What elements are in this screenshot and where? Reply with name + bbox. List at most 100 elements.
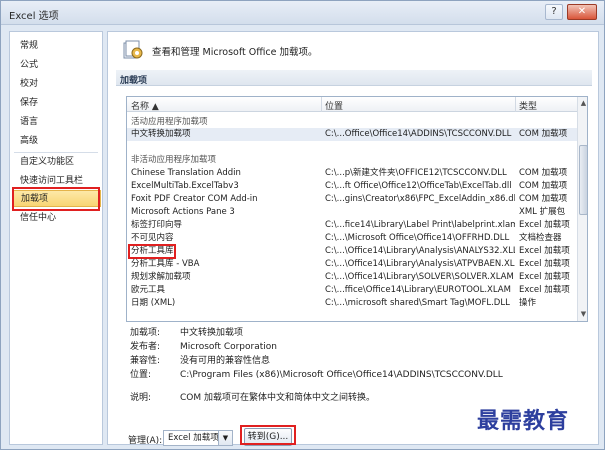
addins-list[interactable]: 名称 ▲ 位置 类型 活动应用程序加载项 中文转换加载项 C:\...Offic… xyxy=(126,96,588,322)
row-location: C:\...ft Office\Office12\OfficeTab\Excel… xyxy=(325,181,512,191)
row-location: C:\...\Office14\Library\Analysis\ANALYS3… xyxy=(325,246,515,256)
detail-compatibility: 兼容性: 没有可用的兼容性信息 xyxy=(130,353,270,366)
watermark-logo: 最需教育 xyxy=(477,408,570,434)
row-type: XML 扩展包 xyxy=(519,207,566,217)
title-bar: Excel 选项 ? ✕ xyxy=(1,1,604,25)
detail-description: 说明: COM 加载项可在繁体中文和简体中文之间转换。 xyxy=(130,390,375,403)
scroll-down-icon[interactable]: ▼ xyxy=(579,309,587,319)
row-type: Excel 加载项 xyxy=(519,246,570,256)
addins-gear-icon xyxy=(123,40,143,59)
chevron-down-icon[interactable]: ▼ xyxy=(218,430,233,446)
row-name: 欧元工具 xyxy=(131,285,166,295)
row-name: ExcelMultiTab.ExcelTabv3 xyxy=(131,181,239,191)
row-name: 分析工具库 xyxy=(131,246,174,256)
group-label-inactive: 非活动应用程序加载项 xyxy=(131,155,217,165)
row-name: 中文转换加载项 xyxy=(131,129,191,139)
nav-item-customize-ribbon[interactable]: 自定义功能区 xyxy=(20,154,100,171)
column-divider xyxy=(321,97,322,112)
close-button[interactable]: ✕ xyxy=(567,4,597,20)
row-name: Foxit PDF Creator COM Add-in xyxy=(131,194,258,204)
table-row[interactable]: ExcelMultiTab.ExcelTabv3 C:\...ft Office… xyxy=(127,180,577,193)
scroll-thumb[interactable] xyxy=(579,145,587,215)
table-row[interactable]: 不可见内容 C:\...\Microsoft Office\Office14\O… xyxy=(127,232,577,245)
detail-addin: 加载项: 中文转换加载项 xyxy=(130,325,243,338)
options-nav: 常规 公式 校对 保存 语言 高级 自定义功能区 快速访问工具栏 加载项 信任中… xyxy=(9,31,103,445)
window-title: Excel 选项 xyxy=(9,11,59,22)
row-type: Excel 加载项 xyxy=(519,259,570,269)
row-type: 文档检查器 xyxy=(519,233,562,243)
detail-value: 没有可用的兼容性信息 xyxy=(180,356,271,366)
column-header-name[interactable]: 名称 ▲ xyxy=(131,99,159,112)
nav-item-advanced[interactable]: 高级 xyxy=(20,133,100,150)
column-header-location[interactable]: 位置 xyxy=(325,99,343,112)
row-location: C:\...Office\Office14\ADDINS\TCSCCONV.DL… xyxy=(325,129,512,139)
row-location: C:\...gins\Creator\x86\FPC_ExcelAddin_x8… xyxy=(325,194,515,204)
table-row[interactable]: Foxit PDF Creator COM Add-in C:\...gins\… xyxy=(127,193,577,206)
excel-options-window: Excel 选项 ? ✕ 常规 公式 校对 保存 语言 高级 自定义功能区 快速… xyxy=(0,0,605,450)
list-header: 名称 ▲ 位置 类型 xyxy=(127,97,577,112)
table-row[interactable]: Microsoft Actions Pane 3 XML 扩展包 xyxy=(127,206,577,219)
manage-label: 管理(A): xyxy=(128,436,163,446)
table-row[interactable]: 中文转换加载项 C:\...Office\Office14\ADDINS\TCS… xyxy=(127,128,577,141)
table-row[interactable]: 分析工具库 C:\...\Office14\Library\Analysis\A… xyxy=(127,245,577,258)
row-type: COM 加载项 xyxy=(519,181,568,191)
row-location: C:\...fice14\Library\Label Print\labelpr… xyxy=(325,220,515,230)
addins-panel: 查看和管理 Microsoft Office 加载项。 加载项 名称 ▲ 位置 … xyxy=(107,31,599,446)
column-header-type[interactable]: 类型 xyxy=(519,99,537,112)
section-title: 加载项 xyxy=(120,76,148,86)
list-scrollbar[interactable]: ▲ ▼ xyxy=(577,97,587,321)
row-type: Excel 加载项 xyxy=(519,285,570,295)
row-name: Microsoft Actions Pane 3 xyxy=(131,207,235,217)
row-type: COM 加载项 xyxy=(519,168,568,178)
detail-label: 发布者: xyxy=(130,342,161,352)
row-location: C:\...\microsoft shared\Smart Tag\MOFL.D… xyxy=(325,298,510,308)
detail-value: COM 加载项可在繁体中文和简体中文之间转换。 xyxy=(180,393,375,403)
row-name: 规划求解加载项 xyxy=(131,272,191,282)
detail-value: 中文转换加载项 xyxy=(180,328,244,338)
table-row[interactable]: 分析工具库 - VBA C:\...\Office14\Library\Anal… xyxy=(127,258,577,271)
row-name: 分析工具库 - VBA xyxy=(131,259,200,269)
detail-label: 位置: xyxy=(130,370,152,380)
nav-item-language[interactable]: 语言 xyxy=(20,114,100,131)
row-location: C:\...ffice\Office14\Library\EUROTOOL.XL… xyxy=(325,285,511,295)
table-row[interactable]: 标签打印向导 C:\...fice14\Library\Label Print\… xyxy=(127,219,577,232)
row-type: 操作 xyxy=(519,298,537,308)
section-header: 加载项 xyxy=(116,70,592,86)
detail-value: Microsoft Corporation xyxy=(180,342,277,352)
nav-item-addins[interactable]: 加载项 xyxy=(13,190,101,207)
detail-label: 说明: xyxy=(130,393,152,403)
row-name: 标签打印向导 xyxy=(131,220,183,230)
row-name: 不可见内容 xyxy=(131,233,174,243)
table-row[interactable]: Chinese Translation Addin C:\...p\新建文件夹\… xyxy=(127,167,577,180)
detail-label: 兼容性: xyxy=(130,356,161,366)
nav-item-formulas[interactable]: 公式 xyxy=(20,57,100,74)
panel-description: 查看和管理 Microsoft Office 加载项。 xyxy=(152,47,318,58)
detail-value: C:\Program Files (x86)\Microsoft Office\… xyxy=(180,370,503,380)
detail-label: 加载项: xyxy=(130,328,161,338)
nav-item-save[interactable]: 保存 xyxy=(20,95,100,112)
row-location: C:\...\Microsoft Office\Office14\OFFRHD.… xyxy=(325,233,510,243)
nav-item-quick-access[interactable]: 快速访问工具栏 xyxy=(20,173,100,190)
column-divider xyxy=(515,97,516,112)
row-type: COM 加载项 xyxy=(519,194,568,204)
row-location: C:\...p\新建文件夹\OFFICE12\TCSCCONV.DLL xyxy=(325,168,507,178)
scroll-up-icon[interactable]: ▲ xyxy=(579,98,587,108)
nav-item-trust-center[interactable]: 信任中心 xyxy=(20,210,100,227)
group-label-active: 活动应用程序加载项 xyxy=(131,117,208,127)
row-type: Excel 加载项 xyxy=(519,220,570,230)
nav-item-general[interactable]: 常规 xyxy=(20,38,100,55)
table-row[interactable]: 欧元工具 C:\...ffice\Office14\Library\EUROTO… xyxy=(127,284,577,297)
row-type: Excel 加载项 xyxy=(519,272,570,282)
detail-publisher: 发布者: Microsoft Corporation xyxy=(130,339,277,352)
table-row[interactable]: 规划求解加载项 C:\...\Office14\Library\SOLVER\S… xyxy=(127,271,577,284)
help-button[interactable]: ? xyxy=(545,4,563,20)
row-name: Chinese Translation Addin xyxy=(131,168,241,178)
nav-item-proofing[interactable]: 校对 xyxy=(20,76,100,93)
nav-divider xyxy=(14,152,98,153)
row-location: C:\...\Office14\Library\SOLVER\SOLVER.XL… xyxy=(325,272,514,282)
table-row[interactable]: 日期 (XML) C:\...\microsoft shared\Smart T… xyxy=(127,297,577,310)
go-button[interactable]: 转到(G)... xyxy=(244,428,292,446)
row-type: COM 加载项 xyxy=(519,129,568,139)
row-location: C:\...\Office14\Library\Analysis\ATPVBAE… xyxy=(325,259,515,269)
detail-location: 位置: C:\Program Files (x86)\Microsoft Offi… xyxy=(130,367,503,380)
